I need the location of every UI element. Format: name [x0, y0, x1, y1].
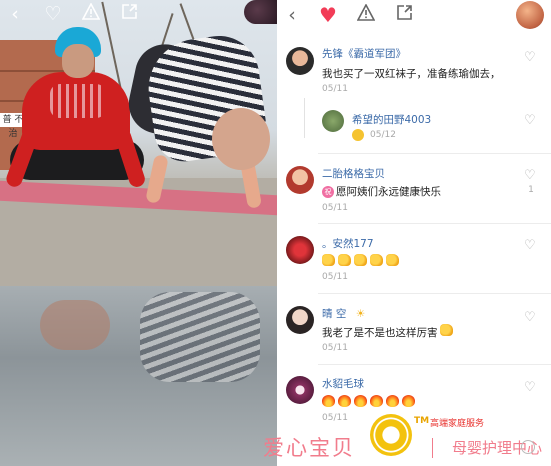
watermark-brand-left: 爱心宝贝	[263, 436, 355, 460]
like-count: 1	[528, 185, 534, 195]
watermark-divider	[432, 438, 433, 458]
like-icon[interactable]: ♡	[524, 238, 536, 253]
laugh-emoji-icon	[352, 129, 364, 141]
reflection	[140, 292, 260, 382]
comment-author-name: 晴 空	[322, 308, 347, 320]
divider	[318, 223, 551, 224]
thumbs-up-icon	[338, 254, 351, 266]
thumbs-up-icon	[322, 254, 335, 266]
divider	[318, 293, 551, 294]
reply-line	[304, 98, 305, 138]
chevron-left-icon[interactable]: ‹	[4, 3, 26, 25]
comment-author[interactable]: 。安然177	[322, 236, 374, 251]
avatar[interactable]	[286, 166, 314, 194]
comment-date: 05/11	[322, 84, 348, 94]
comment-text: 祝愿阿姨们永远健康快乐	[322, 184, 441, 199]
reflection	[40, 300, 110, 350]
divider	[318, 153, 551, 154]
avatar[interactable]	[244, 0, 277, 24]
avatar[interactable]	[516, 1, 544, 29]
heart-outline-icon[interactable]: ♡	[42, 3, 64, 25]
avatar[interactable]	[286, 306, 314, 334]
thumbs-up-icon	[370, 254, 383, 266]
like-icon[interactable]: ♡	[524, 380, 536, 395]
divider	[318, 364, 551, 365]
like-icon[interactable]: ♡	[524, 113, 536, 128]
avatar[interactable]	[286, 376, 314, 404]
circle-icon[interactable]	[521, 440, 535, 454]
avatar[interactable]	[286, 47, 314, 75]
avatar[interactable]	[322, 110, 344, 132]
comment-text: 我也买了一双红袜子，准备练瑜伽去，	[322, 68, 501, 80]
comments-panel: ‹ ♥ 先锋《霸道军团》 我也买了一双红袜子，准备练瑜伽去， 05/11 ♡ 希…	[278, 0, 551, 466]
like-icon[interactable]: ♡	[524, 50, 536, 65]
comment-date: 05/11	[322, 203, 348, 213]
warning-icon[interactable]	[80, 2, 102, 25]
thumbs-up-icon	[439, 324, 453, 336]
comment-author[interactable]: 先锋《霸道军团》	[322, 46, 406, 61]
left-toolbar: ‹ ♡	[0, 0, 277, 28]
comment-author[interactable]: 希望的田野4003	[352, 112, 431, 127]
warning-icon[interactable]	[354, 3, 378, 26]
watermark: 爱心宝贝 TM 高端家庭服务 母婴护理中心	[0, 404, 551, 466]
watermark-tm: TM	[414, 416, 430, 426]
thumbs-up-emoji-row	[322, 254, 402, 269]
comment-author[interactable]: 晴 空 ☀	[322, 306, 365, 321]
right-toolbar: ‹ ♥	[278, 0, 551, 30]
comment-author[interactable]: 水貂毛球	[322, 376, 364, 391]
watermark-slogan: 高端家庭服务	[430, 419, 485, 429]
woman-sweater-pattern	[50, 84, 106, 118]
avatar[interactable]	[286, 236, 314, 264]
video-photo[interactable]: 普 不治 ‹ ♡	[0, 0, 277, 466]
like-icon[interactable]: ♡	[524, 310, 536, 325]
sun-logo-icon	[370, 414, 412, 456]
thumbs-up-icon	[354, 254, 367, 266]
sun-icon: ☀	[355, 308, 366, 320]
thumbs-up-icon	[386, 254, 399, 266]
comment-text-body: 我老了是不是也这样厉害	[322, 327, 438, 339]
share-icon[interactable]	[118, 3, 140, 25]
comment-date: 05/11	[322, 343, 348, 353]
comment-author[interactable]: 二胎格格宝贝	[322, 166, 385, 181]
comment-date: 05/12	[370, 130, 396, 140]
heart-filled-icon[interactable]: ♥	[316, 4, 340, 26]
comment-text: 我老了是不是也这样厉害	[322, 324, 456, 340]
share-icon[interactable]	[392, 4, 416, 26]
man-head	[212, 108, 270, 170]
like-icon[interactable]: ♡	[524, 168, 536, 183]
woman-face	[62, 44, 94, 78]
comment-date: 05/11	[322, 272, 348, 282]
comment-text-body: 愿阿姨们永远健康快乐	[336, 186, 441, 198]
chevron-left-icon[interactable]: ‹	[280, 4, 304, 26]
tag-badge: 祝	[322, 186, 334, 198]
